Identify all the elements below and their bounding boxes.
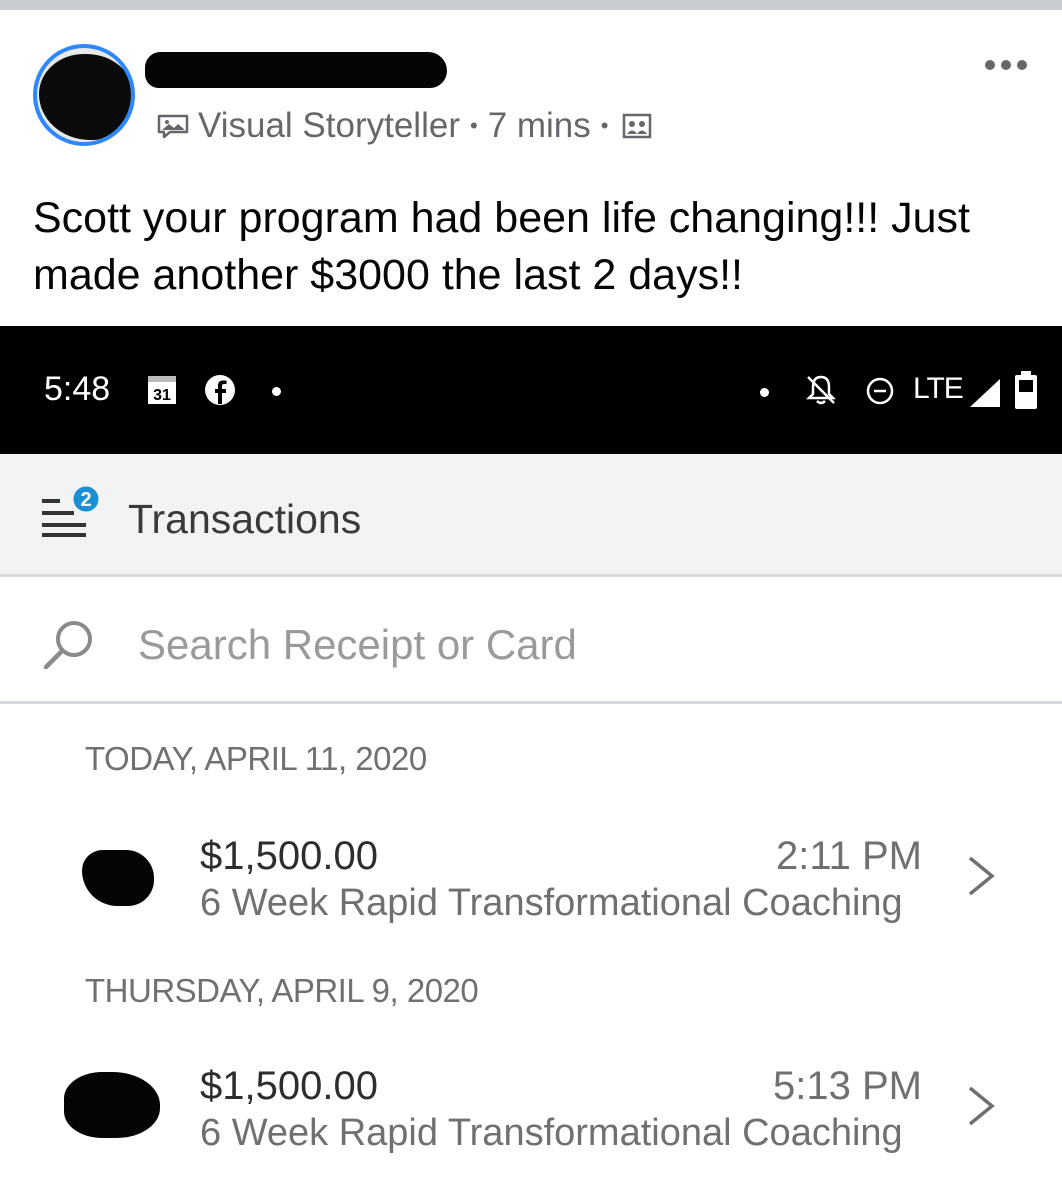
menu-icon[interactable]: 2 [40,483,102,539]
transaction-amount: $1,500.00 [200,1064,378,1108]
menu-badge-count: 2 [80,489,91,511]
transaction-time: 5:13 PM [773,1064,922,1108]
author-badge-label[interactable]: Visual Storyteller [198,106,460,146]
signal-icon [970,379,1000,407]
customer-avatar-redaction [64,1072,160,1138]
post-meta: Visual Storyteller • 7 mins • [156,104,652,148]
meta-separator: • [469,113,478,138]
date-group-header: THURSDAY, APRIL 9, 2020 [85,972,479,1009]
post-text: Scott your program had been life changin… [33,194,970,299]
calendar-icon: 31 [148,376,176,404]
profile-avatar[interactable] [33,44,135,146]
facebook-icon [205,375,235,405]
transaction-amount: $1,500.00 [200,834,378,878]
status-time: 5:48 [44,370,111,408]
author-name-redaction [145,52,447,88]
transaction-row[interactable]: $1,500.00 2:11 PM 6 Week Rapid Transform… [0,820,1062,940]
transaction-row[interactable]: $1,500.00 5:13 PM 6 Week Rapid Transform… [0,1052,1062,1172]
meta-separator: • [600,113,609,138]
customer-avatar-redaction [82,850,154,906]
calendar-day: 31 [153,387,171,404]
transaction-description: 6 Week Rapid Transformational Coaching [200,1112,903,1154]
notifications-off-icon [805,375,837,405]
notification-dot [272,387,281,396]
transaction-description: 6 Week Rapid Transformational Coaching [200,882,903,924]
redaction-mark [39,54,131,140]
feed-divider [0,0,1062,10]
search-icon [43,621,92,670]
do-not-disturb-icon [866,377,894,405]
page-title: Transactions [128,496,362,542]
notification-dot [760,388,769,397]
chevron-right-icon [968,856,995,896]
battery-icon [1015,371,1037,409]
date-group-header: TODAY, APRIL 11, 2020 [85,740,427,777]
visual-storyteller-badge-icon [157,114,189,139]
search-input[interactable] [138,615,838,675]
network-type: LTE [913,372,964,405]
post-timestamp[interactable]: 7 mins [488,106,591,146]
chevron-right-icon [968,1086,995,1126]
transaction-time: 2:11 PM [776,834,922,878]
more-options-icon[interactable] [985,55,1033,75]
audience-icon[interactable] [622,111,652,141]
